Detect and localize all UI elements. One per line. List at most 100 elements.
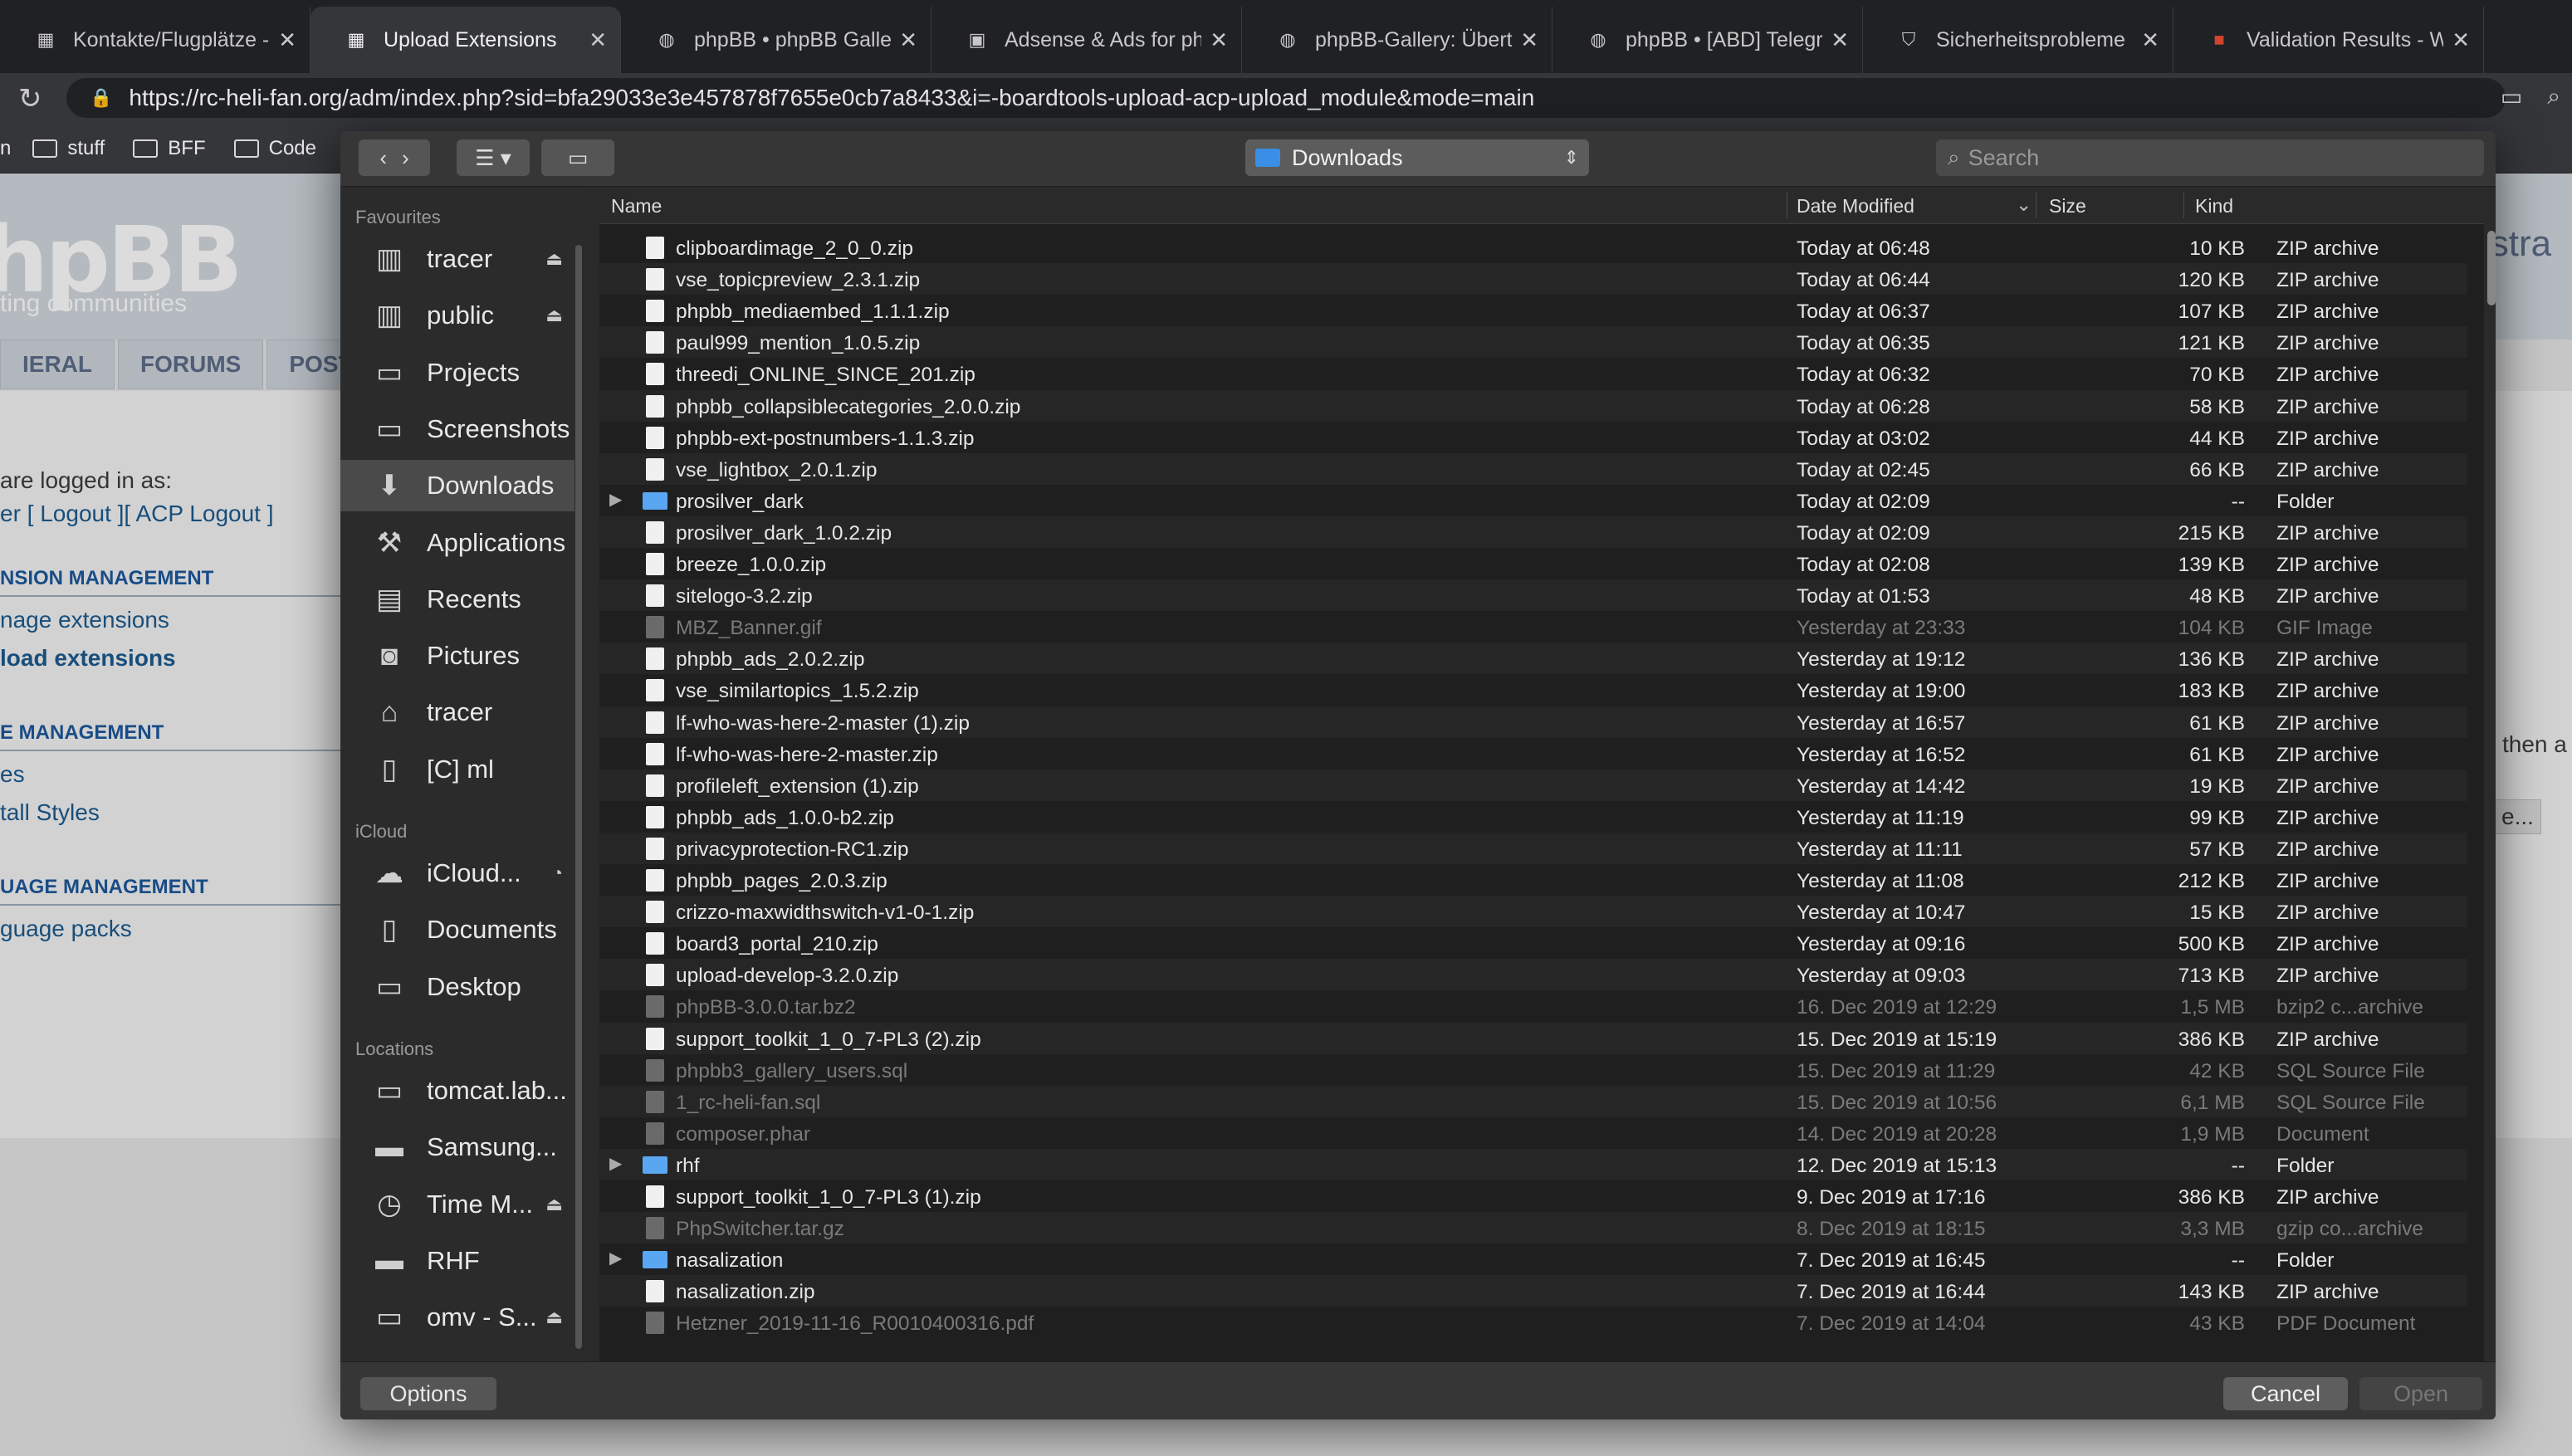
sidebar-item-time-m[interactable]: ◷ Time M... ⏏	[340, 1179, 575, 1230]
close-tab-icon[interactable]: ✕	[2452, 27, 2470, 53]
file-row[interactable]: threedi_ONLINE_SINCE_201.zip Today at 06:…	[599, 358, 2467, 389]
file-row[interactable]: clipboardimage_2_0_0.zip Today at 06:48 10…	[599, 232, 2467, 263]
file-row[interactable]: vse_similartopics_1.5.2.zip Yesterday at …	[599, 674, 2467, 706]
sidebar-item-omv-s[interactable]: ▭ omv - S... ⏏	[340, 1292, 575, 1343]
close-tab-icon[interactable]: ✕	[278, 27, 296, 53]
reload-icon[interactable]: ↻	[18, 82, 51, 115]
file-row[interactable]: breeze_1.0.0.zip Today at 02:08 139 KB ZIP …	[599, 548, 2467, 579]
file-row[interactable]: phpbb_ads_1.0.0-b2.zip Yesterday at 11:19…	[599, 801, 2467, 833]
sidebar-item-tomcat-lab[interactable]: ▭ tomcat.lab...	[340, 1065, 575, 1116]
file-row[interactable]: vse_lightbox_2.0.1.zip Today at 02:45 66 K…	[599, 452, 2467, 485]
browser-tab[interactable]: ◍ phpBB • phpBB Galler ✕	[621, 7, 931, 73]
file-row[interactable]: PhpSwitcher.tar.gz 8. Dec 2019 at 18:15 3,…	[599, 1212, 2467, 1244]
column-date-modified[interactable]: Date Modified	[1797, 195, 1914, 217]
lock-icon[interactable]: 🔒	[90, 87, 112, 109]
column-name[interactable]: Name	[611, 195, 662, 217]
close-tab-icon[interactable]: ✕	[1520, 27, 1538, 53]
eject-icon[interactable]: ⏏	[545, 248, 563, 270]
sidebar-item--c-ml[interactable]: ▯ [C] ml	[340, 744, 575, 795]
bookmark-code[interactable]: Code	[233, 137, 316, 160]
file-row[interactable]: paul999_mention_1.0.5.zip Today at 06:35 1…	[599, 326, 2467, 359]
open-button[interactable]: Open	[2359, 1377, 2482, 1410]
eject-icon[interactable]: ⏏	[545, 305, 563, 326]
options-button[interactable]: Options	[360, 1377, 496, 1410]
zoom-icon[interactable]: ⌕	[2547, 83, 2560, 110]
location-popup[interactable]: Downloads ⇕	[1245, 139, 1589, 176]
sidebar-item-downloads[interactable]: ⬇ Downloads	[340, 460, 575, 512]
file-row[interactable]: prosilver_dark_1.0.2.zip Today at 02:09 21…	[599, 515, 2467, 548]
browser-tab[interactable]: ⛉ Sicherheitsprobleme ✕	[1863, 7, 2173, 73]
file-row[interactable]: composer.phar 14. Dec 2019 at 20:28 1,9 MB…	[599, 1117, 2467, 1149]
file-list-scrollbar[interactable]	[2487, 222, 2496, 1368]
file-row[interactable]: phpbb_ads_2.0.2.zip Yesterday at 19:12 136…	[599, 642, 2467, 675]
sidebar-item-applications[interactable]: ⚒ Applications	[340, 517, 575, 569]
new-folder-button[interactable]: ▭	[541, 139, 614, 176]
file-row[interactable]: phpbb_collapsiblecategories_2.0.0.zip Tod…	[599, 389, 2467, 422]
browser-tab[interactable]: ▦ Upload Extensions ✕	[310, 7, 621, 73]
file-row[interactable]: MBZ_Banner.gif Yesterday at 23:33 104 KB GI…	[599, 611, 2467, 642]
eject-icon[interactable]: ⏏	[545, 1307, 563, 1328]
file-row[interactable]: ▶ prosilver_dark Today at 02:09 -- Folder	[599, 485, 2467, 516]
sidebar-scrollbar[interactable]	[575, 245, 582, 1349]
sidebar-item-tracer[interactable]: ⌂ tracer	[340, 686, 575, 738]
sidebar-item-samsung[interactable]: ▬ Samsung...	[340, 1121, 575, 1173]
close-tab-icon[interactable]: ✕	[2141, 27, 2159, 53]
file-row[interactable]: lf-who-was-here-2-master (1).zip Yesterda…	[599, 706, 2467, 738]
search-field[interactable]: ⌕ Search	[1936, 139, 2484, 176]
eject-icon[interactable]: ⏏	[545, 1194, 563, 1215]
sidebar-item-icloud[interactable]: ☁ iCloud... ◔	[340, 848, 575, 899]
back-forward-buttons[interactable]: ‹ ›	[359, 139, 430, 176]
file-row[interactable]: phpbb-ext-postnumbers-1.1.3.zip Today at …	[599, 422, 2467, 453]
file-row[interactable]: phpbb3_gallery_users.sql 15. Dec 2019 at …	[599, 1054, 2467, 1086]
file-row[interactable]: ▶ nasalization 7. Dec 2019 at 16:45 -- Folde…	[599, 1243, 2467, 1275]
disclosure-triangle-icon[interactable]: ▶	[609, 1248, 622, 1268]
forward-icon[interactable]: ›	[402, 145, 409, 171]
browser-tab[interactable]: ▦ Kontakte/Flugplätze - ✕	[0, 7, 310, 73]
file-row[interactable]: support_toolkit_1_0_7-PL3 (2).zip 15. Dec…	[599, 1022, 2467, 1054]
column-kind[interactable]: Kind	[2195, 195, 2233, 217]
url-field[interactable]: 🔒 https://rc-heli-fan.org/adm/index.php?…	[66, 78, 2506, 118]
sidebar-item-desktop[interactable]: ▭ Desktop	[340, 961, 575, 1013]
file-row[interactable]: phpBB-3.0.0.tar.bz2 16. Dec 2019 at 12:29…	[599, 990, 2467, 1022]
bookmark-stuff[interactable]: stuff	[32, 137, 105, 160]
file-row[interactable]: phpbb_pages_2.0.3.zip Yesterday at 11:08 2…	[599, 864, 2467, 896]
browser-tab[interactable]: ◍ phpBB • [ABD] Telegra ✕	[1552, 7, 1863, 73]
file-row[interactable]: support_toolkit_1_0_7-PL3 (1).zip 9. Dec …	[599, 1180, 2467, 1212]
sidebar-item-documents[interactable]: ▯ Documents	[340, 904, 575, 955]
disclosure-triangle-icon[interactable]: ▶	[609, 489, 622, 510]
scroll-thumb[interactable]	[2487, 231, 2496, 305]
file-row[interactable]: board3_portal_210.zip Yesterday at 09:16 5…	[599, 927, 2467, 959]
browser-tab[interactable]: ▣ Adsense & Ads for php ✕	[931, 7, 1242, 73]
file-row[interactable]: upload-develop-3.2.0.zip Yesterday at 09:…	[599, 959, 2467, 991]
sidebar-item-projects[interactable]: ▭ Projects	[340, 347, 575, 398]
file-row[interactable]: phpbb_mediaembed_1.1.1.zip Today at 06:37…	[599, 295, 2467, 326]
file-row[interactable]: lf-who-was-here-2-master.zip Yesterday at…	[599, 738, 2467, 770]
view-mode-button[interactable]: ☰ ▾	[457, 139, 530, 176]
bookmark-n[interactable]: n	[0, 137, 11, 160]
sidebar-item-public[interactable]: ▥ public ⏏	[340, 290, 575, 341]
sidebar-item-screenshots[interactable]: ▭ Screenshots	[340, 403, 575, 455]
file-row[interactable]: vse_topicpreview_2.3.1.zip Today at 06:44…	[599, 263, 2467, 296]
close-tab-icon[interactable]: ✕	[589, 27, 607, 53]
reader-mode-icon[interactable]: ▭	[2501, 83, 2522, 110]
column-size[interactable]: Size	[2049, 195, 2086, 217]
close-tab-icon[interactable]: ✕	[899, 27, 917, 53]
sidebar-item-tracer[interactable]: ▥ tracer ⏏	[340, 233, 575, 285]
disclosure-triangle-icon[interactable]: ▶	[609, 1153, 622, 1174]
browser-tab[interactable]: ■ Validation Results - W ✕	[2173, 7, 2484, 73]
file-row[interactable]: nasalization.zip 7. Dec 2019 at 16:44 143 …	[599, 1275, 2467, 1307]
file-row[interactable]: sitelogo-3.2.zip Today at 01:53 48 KB ZIP a…	[599, 579, 2467, 612]
file-row[interactable]: ▶ rhf 12. Dec 2019 at 15:13 -- Folder	[599, 1148, 2467, 1180]
sidebar-item-rhf[interactable]: ▬ RHF	[340, 1235, 575, 1287]
close-tab-icon[interactable]: ✕	[1831, 27, 1849, 53]
back-icon[interactable]: ‹	[379, 145, 387, 171]
file-row[interactable]: 1_rc-heli-fan.sql 15. Dec 2019 at 10:56 6,…	[599, 1085, 2467, 1117]
sidebar-item-recents[interactable]: ▤ Recents	[340, 574, 575, 625]
sidebar-item-pictures[interactable]: ◙ Pictures	[340, 630, 575, 682]
cancel-button[interactable]: Cancel	[2223, 1377, 2348, 1410]
browser-tab[interactable]: ◍ phpBB-Gallery: Übertr ✕	[1242, 7, 1552, 73]
file-row[interactable]: Hetzner_2019-11-16_R0010400316.pdf 7. Dec…	[599, 1307, 2467, 1338]
file-row[interactable]: crizzo-maxwidthswitch-v1-0-1.zip Yesterda…	[599, 896, 2467, 928]
file-row[interactable]: profileleft_extension (1).zip Yesterday a…	[599, 769, 2467, 801]
file-row[interactable]: privacyprotection-RC1.zip Yesterday at 11…	[599, 832, 2467, 864]
